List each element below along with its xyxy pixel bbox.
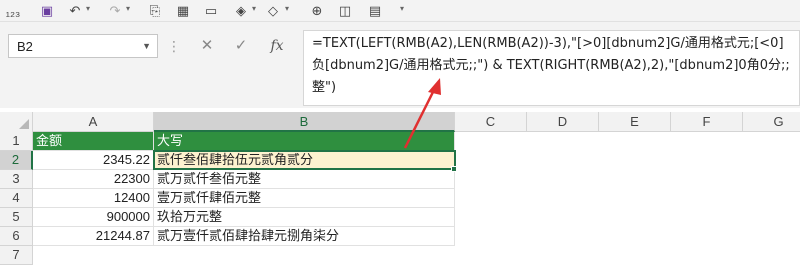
row-header-7[interactable]: 7: [0, 246, 33, 265]
column-header-g[interactable]: G: [743, 112, 800, 132]
formula-bar-region: B2 ▼ ⋮ ✕ ✓ fx =TEXT(LEFT(RMB(A2),LEN(RMB…: [0, 22, 800, 108]
save-icon[interactable]: ▣: [38, 2, 56, 20]
format-painter-icon[interactable]: ⎘: [146, 2, 164, 20]
customize-toolbar-icon[interactable]: ▾: [400, 4, 404, 13]
quick-access-toolbar: ₁₂₃ ▣ ↶ ▾ ↷ ▾ ⎘ ▦ ▭ ◈ ▾ ◇ ▾ ⊕ ◫ ▤ ▾: [0, 0, 800, 22]
fill-color-dropdown-icon[interactable]: ▾: [252, 4, 256, 13]
select-all-button[interactable]: [0, 112, 33, 132]
column-header-e[interactable]: E: [599, 112, 671, 132]
formula-input[interactable]: =TEXT(LEFT(RMB(A2),LEN(RMB(A2))-3),"[>0]…: [303, 30, 800, 106]
column-header-d[interactable]: D: [527, 112, 599, 132]
name-box-value: B2: [17, 39, 33, 54]
column-header-f[interactable]: F: [671, 112, 743, 132]
open-folder-icon[interactable]: ▭: [202, 2, 220, 20]
cell-a6[interactable]: 21244.87: [33, 227, 154, 246]
name-box[interactable]: B2 ▼: [8, 34, 158, 58]
enter-icon[interactable]: ✓: [230, 35, 252, 57]
cell-b5[interactable]: 玖拾万元整: [154, 208, 455, 227]
resize-handle-icon[interactable]: ⋮: [167, 38, 181, 55]
spreadsheet-grid[interactable]: A B C D E F G 1 2 3 4 5 6 7 金额 大写 2345.2…: [0, 112, 800, 273]
row-header-5[interactable]: 5: [0, 208, 33, 227]
row-header-2[interactable]: 2: [0, 151, 33, 170]
shapes-dropdown-icon[interactable]: ▾: [285, 4, 289, 13]
formula-text: =TEXT(LEFT(RMB(A2),LEN(RMB(A2))-3),"[>0]…: [312, 36, 790, 95]
row-header-1[interactable]: 1: [0, 132, 33, 151]
cell-a4[interactable]: 12400: [33, 189, 154, 208]
cell-b1[interactable]: 大写: [154, 132, 455, 151]
row-header-6[interactable]: 6: [0, 227, 33, 246]
undo-dropdown-icon[interactable]: ▾: [86, 4, 90, 13]
calculator-icon[interactable]: ▤: [366, 2, 384, 20]
cell-a2[interactable]: 2345.22: [33, 151, 154, 170]
insert-image-icon[interactable]: ▦: [174, 2, 192, 20]
number-format-icon[interactable]: ₁₂₃: [4, 2, 22, 20]
cell-b4[interactable]: 壹万贰仟肆佰元整: [154, 189, 455, 208]
name-box-dropdown-icon[interactable]: ▼: [142, 41, 151, 51]
shapes-icon[interactable]: ◇: [264, 2, 282, 20]
camera-icon[interactable]: ◫: [336, 2, 354, 20]
cell-b2[interactable]: 贰仟叁佰肆拾伍元贰角贰分: [154, 151, 455, 170]
cell-b6[interactable]: 贰万壹仟贰佰肆拾肆元捌角柒分: [154, 227, 455, 246]
fill-handle[interactable]: [451, 166, 457, 172]
row-header-4[interactable]: 4: [0, 189, 33, 208]
redo-icon[interactable]: ↷: [106, 2, 124, 20]
row-header-3[interactable]: 3: [0, 170, 33, 189]
column-header-a[interactable]: A: [33, 112, 154, 132]
fill-color-icon[interactable]: ◈: [232, 2, 250, 20]
column-header-c[interactable]: C: [455, 112, 527, 132]
zoom-icon[interactable]: ⊕: [308, 2, 326, 20]
column-header-b[interactable]: B: [154, 112, 455, 132]
cell-a5[interactable]: 900000: [33, 208, 154, 227]
cell-a1[interactable]: 金额: [33, 132, 154, 151]
cancel-icon[interactable]: ✕: [196, 35, 218, 57]
undo-icon[interactable]: ↶: [66, 2, 84, 20]
cell-b3[interactable]: 贰万贰仟叁佰元整: [154, 170, 455, 189]
insert-function-button[interactable]: fx: [266, 35, 288, 57]
redo-dropdown-icon[interactable]: ▾: [126, 4, 130, 13]
cell-a3[interactable]: 22300: [33, 170, 154, 189]
